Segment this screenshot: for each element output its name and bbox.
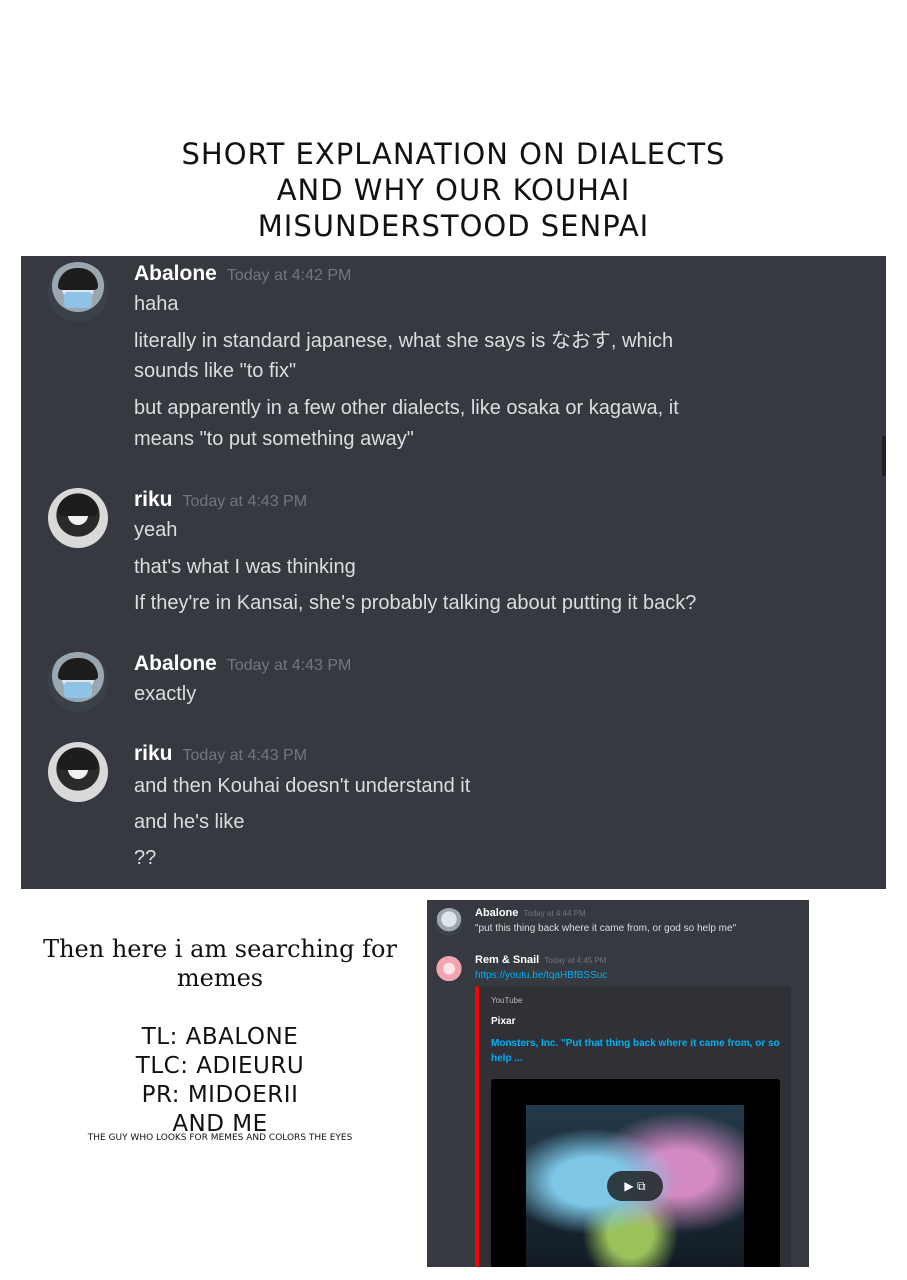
credit-tlc: TLC: Adieuru: [135, 1053, 305, 1079]
memes-caption-line-1: Then here i am searching for: [43, 935, 397, 963]
username-text: Abalone: [475, 907, 519, 919]
message-line: haha: [134, 293, 179, 315]
discord-embed-screenshot: Abalone Today at 4:44 PM "put this thing …: [427, 900, 809, 1267]
username-text: Abalone: [134, 262, 217, 285]
memes-caption: Then here i am searching for memes: [20, 935, 420, 993]
message-line: If they're in Kansai, she's probably tal…: [134, 592, 697, 614]
timestamp: Today at 4:44 PM: [523, 909, 586, 918]
message-text: "put this thing back where it came from,…: [475, 923, 737, 934]
username-text: riku: [134, 742, 173, 765]
embed-author[interactable]: Pixar: [491, 1016, 515, 1027]
username-text: Abalone: [134, 652, 217, 675]
timestamp: Today at 4:42 PM: [226, 267, 352, 284]
username[interactable]: riku Today at 4:43 PM: [134, 742, 307, 766]
credits-block: Then here i am searching for memes TL: A…: [20, 935, 420, 1143]
message-line: literally in standard japanese, what she…: [134, 330, 674, 352]
embed-video-player[interactable]: ▶ ⧉: [491, 1079, 780, 1267]
youtube-link[interactable]: https://youtu.be/tqaHBfBSSuc: [475, 970, 607, 981]
username[interactable]: Abalone Today at 4:43 PM: [134, 652, 351, 676]
discord-chat-screenshot: Abalone Today at 4:42 PM haha literally i…: [21, 256, 886, 889]
username[interactable]: Abalone Today at 4:42 PM: [134, 262, 351, 286]
message-line: ??: [134, 847, 157, 869]
timestamp: Today at 4:45 PM: [544, 956, 607, 965]
scrollbar-thumb[interactable]: [882, 436, 886, 476]
abalone-avatar[interactable]: [435, 908, 463, 936]
credit-pr: PR: MidoErii: [141, 1082, 299, 1108]
page-title: Short explanation on dialects and why ou…: [0, 136, 907, 244]
credit-tl: TL: Abalone: [141, 1024, 299, 1050]
username[interactable]: riku Today at 4:43 PM: [134, 488, 307, 512]
message-line: means "to put something away": [134, 428, 414, 450]
title-line-3: misunderstood Senpai: [257, 209, 650, 243]
embed-title[interactable]: Monsters, Inc. "Put that thing back wher…: [491, 1036, 781, 1066]
message-line: but apparently in a few other dialects, …: [134, 397, 679, 419]
message-line: exactly: [134, 683, 197, 705]
abalone-avatar[interactable]: [48, 652, 108, 712]
username[interactable]: Rem & Snail Today at 4:45 PM: [475, 954, 606, 966]
username-text: riku: [134, 488, 173, 511]
riku-avatar[interactable]: [48, 488, 108, 548]
riku-avatar[interactable]: [48, 742, 108, 802]
message-line: sounds like "to fix": [134, 360, 297, 382]
message-line: and he's like: [134, 811, 245, 833]
credits-list: TL: Abalone TLC: Adieuru PR: MidoErii an…: [20, 1023, 420, 1139]
title-line-1: Short explanation on dialects: [181, 137, 726, 171]
message-line: that's what I was thinking: [134, 556, 356, 578]
play-icon[interactable]: ▶ ⧉: [607, 1171, 663, 1201]
message-line: and then Kouhai doesn't understand it: [134, 775, 471, 797]
rem-snail-avatar[interactable]: [435, 956, 463, 984]
title-line-2: and why our Kouhai: [276, 173, 631, 207]
credits-note: the guy who looks for memes and colors t…: [87, 1133, 353, 1143]
timestamp: Today at 4:43 PM: [226, 657, 352, 674]
username-text: Rem & Snail: [475, 954, 540, 966]
timestamp: Today at 4:43 PM: [182, 493, 308, 510]
embed-provider[interactable]: YouTube: [491, 996, 522, 1005]
abalone-avatar[interactable]: [48, 262, 108, 322]
memes-caption-line-2: memes: [176, 964, 264, 992]
username[interactable]: Abalone Today at 4:44 PM: [475, 907, 586, 919]
message-line: yeah: [134, 519, 178, 541]
timestamp: Today at 4:43 PM: [182, 747, 308, 764]
youtube-embed: YouTube Pixar Monsters, Inc. "Put that t…: [475, 986, 791, 1267]
